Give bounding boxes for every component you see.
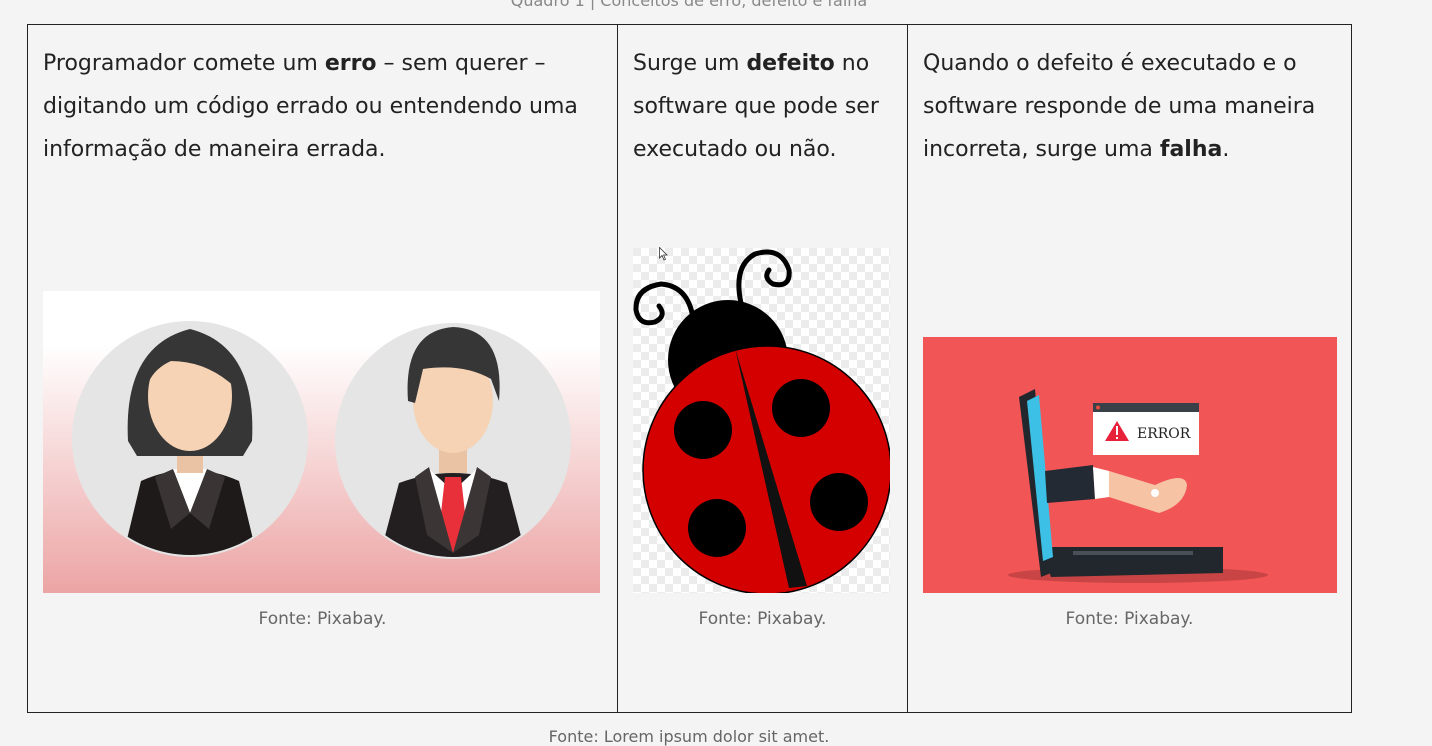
table-source-caption: Fonte: Lorem ipsum dolor sit amet. [548,727,830,746]
people-avatars-image [43,291,600,593]
ladybug-image [633,248,890,593]
erro-description: Programador comete um erro – sem querer … [43,51,578,162]
defeito-description: Surge um defeito no software que pode se… [633,51,879,162]
column-falha: Quando o defeito é executado e o softwar… [907,25,1351,712]
error-label: ERROR [1137,426,1191,442]
falha-keyword: falha [1159,137,1223,162]
erro-keyword: erro [324,51,377,76]
column-erro: Programador comete um erro – sem querer … [28,25,617,712]
falha-source: Fonte: Pixabay. [1065,609,1194,629]
column-defeito: Surge um defeito no software que pode se… [617,25,907,712]
defeito-source: Fonte: Pixabay. [698,609,827,629]
mouse-cursor-icon [659,247,668,261]
laptop-error-image: ERROR [923,337,1337,593]
defeito-keyword: defeito [746,51,835,76]
table-caption: Quadro 1 | Conceitos de erro, defeito e … [510,0,868,10]
falha-description: Quando o defeito é executado e o softwar… [923,51,1316,162]
erro-source: Fonte: Pixabay. [258,609,387,629]
concepts-table: Programador comete um erro – sem querer … [27,24,1352,713]
